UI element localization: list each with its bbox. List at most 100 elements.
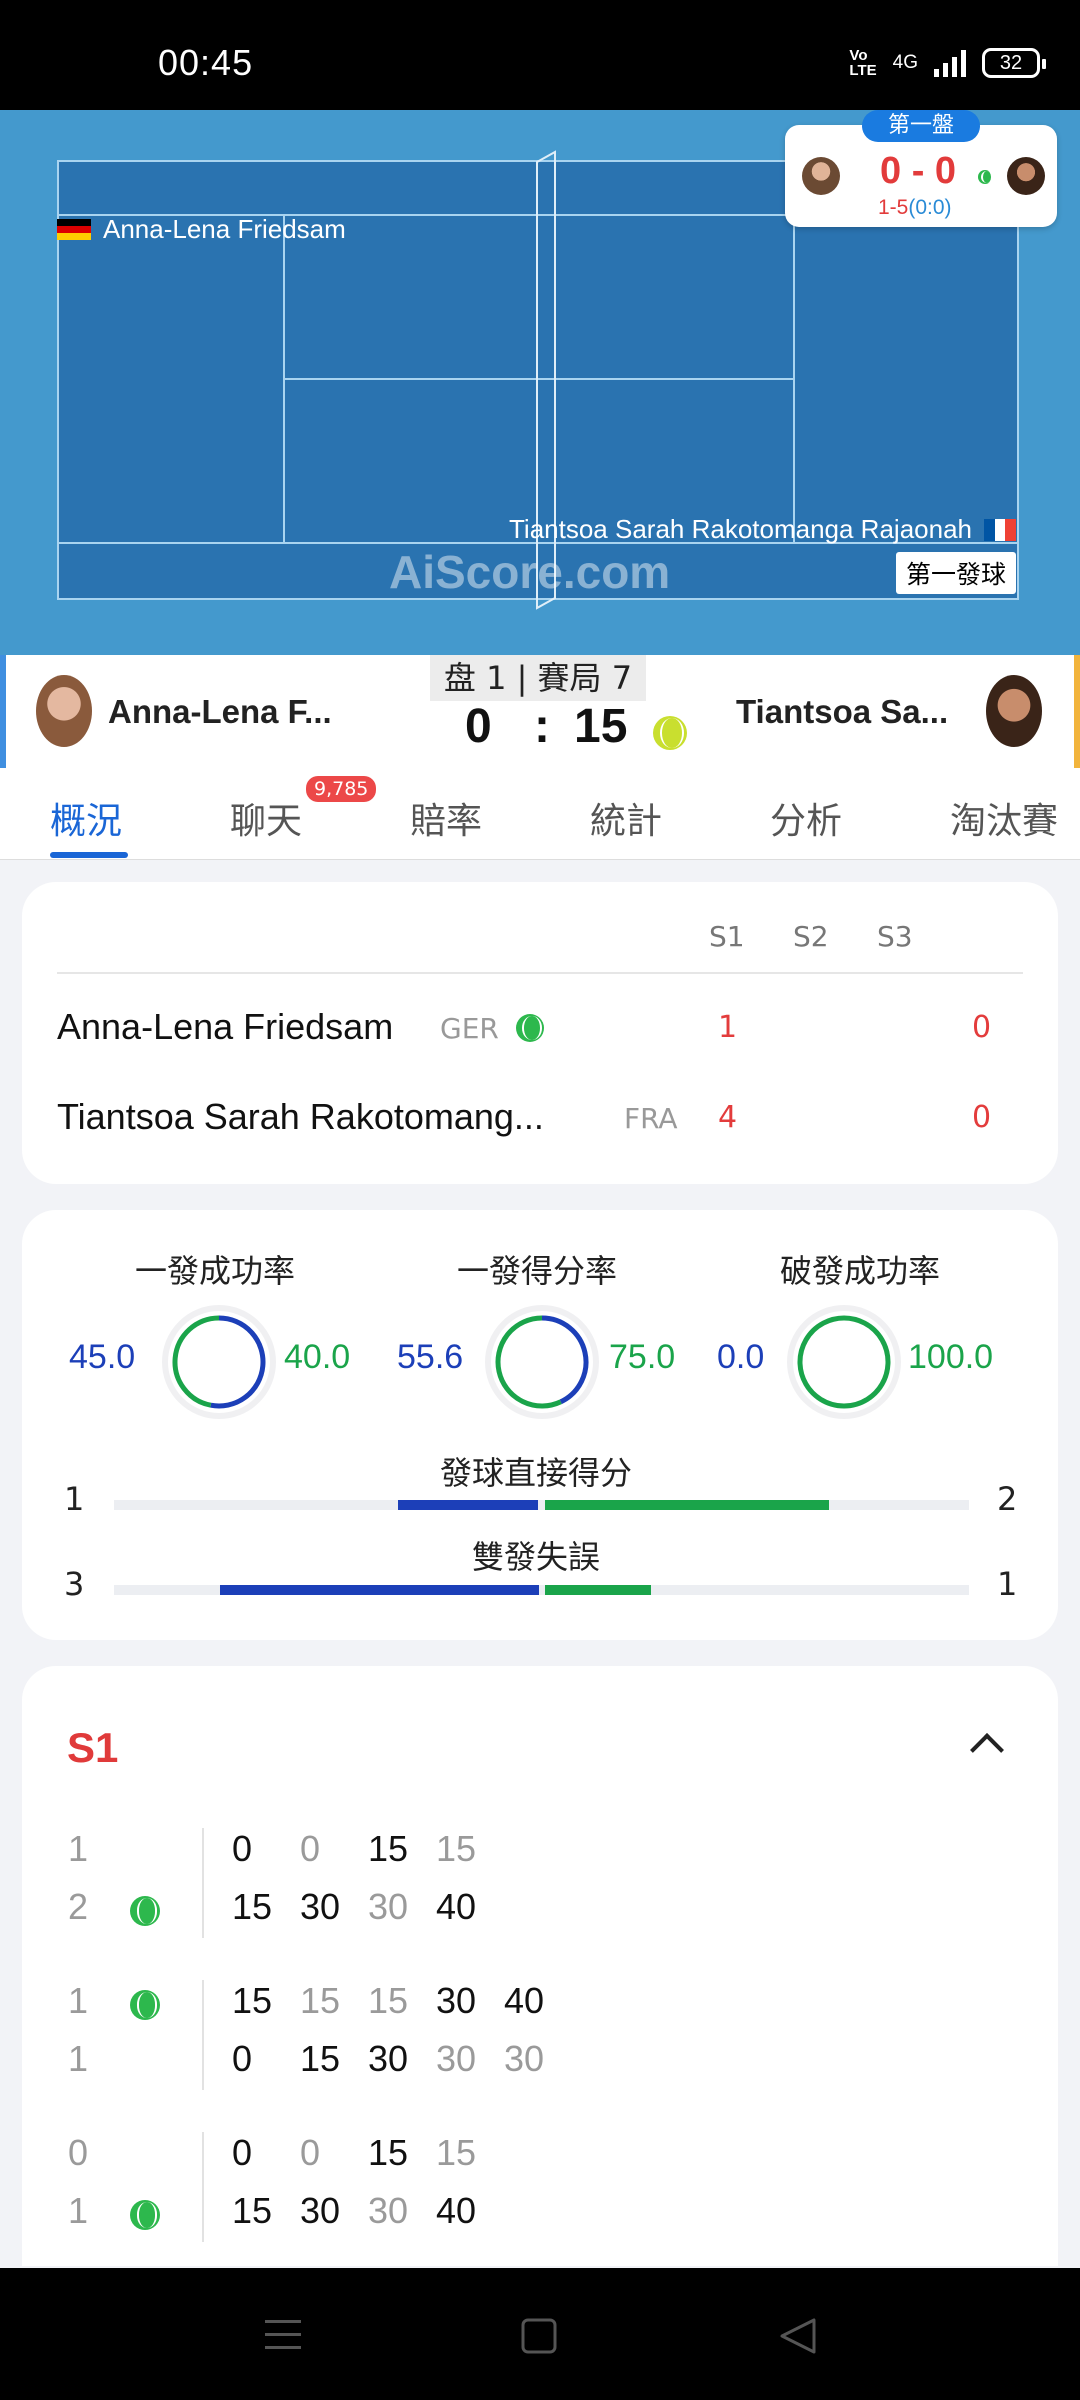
header-s1: S1 (709, 920, 745, 953)
stat2-title: 一發得分率 (457, 1252, 618, 1290)
row1-player-name: Anna-Lena Friedsam (57, 1006, 394, 1047)
germany-flag-icon (57, 218, 91, 241)
stat1-ring (162, 1305, 276, 1419)
ring-left-arc (541, 1315, 589, 1405)
point-score: 30 (436, 2038, 477, 2079)
row2-game: 0 (972, 1100, 992, 1135)
set1-points-card: S1 1 0 0 15 15 2 15 30 30 40 1 15 15 15 30 40 1 0 15 30 30 30… (22, 1666, 1058, 2266)
set-title: S1 (67, 1724, 119, 1771)
point-score: 30 (300, 1886, 341, 1927)
ring-left-arc (210, 1315, 266, 1409)
divider (57, 972, 1023, 974)
games-won: 1 (68, 2038, 89, 2079)
stat1-title: 一發成功率 (135, 1252, 296, 1290)
collapse-chevron-icon[interactable] (970, 1733, 1004, 1767)
score-right: 15 (574, 700, 628, 753)
player1-mini-avatar (802, 157, 840, 195)
ring-right-arc (172, 1315, 220, 1408)
games-won: 1 (68, 2190, 89, 2231)
point-score: 40 (504, 1980, 545, 2021)
set-score-card: S1 S2 S3 Anna-Lena Friedsam GER 1 0 Tian… (22, 882, 1058, 1184)
mini-set-label: 第一盤 (862, 110, 980, 142)
player1-name[interactable]: Anna-Lena F... (108, 693, 332, 731)
tab-analysis[interactable]: 分析 (770, 792, 842, 844)
mini-score-sub: 1-5(0:0) (878, 196, 952, 219)
game-divider (202, 1828, 204, 1938)
tab-stats[interactable]: 統計 (590, 792, 662, 844)
serve-ball-icon (516, 1014, 544, 1042)
serve-ball-icon (130, 1990, 160, 2020)
row2-player-name: Tiantsoa Sarah Rakotomang... (57, 1096, 544, 1137)
point-score: 15 (232, 1886, 273, 1927)
point-score: 30 (368, 2038, 409, 2079)
bar2-left-fill (220, 1585, 539, 1595)
match-stats-card: 一發成功率 45.0 40.0 一發得分率 55.6 75.0 破發成功率 0.… (22, 1210, 1058, 1640)
game-label: 盘 1 | 賽局 7 (430, 655, 646, 701)
row2-s1: 4 (718, 1100, 738, 1135)
bar1-title: 發球直接得分 (440, 1454, 633, 1492)
signal-icon (934, 49, 966, 77)
player2-avatar[interactable] (986, 675, 1042, 747)
france-flag-icon (984, 518, 1017, 541)
stat3-left: 0.0 (717, 1338, 765, 1376)
point-score: 15 (436, 1828, 477, 1869)
tab-overview[interactable]: 概況 (50, 792, 122, 844)
stat3-right: 100.0 (908, 1338, 994, 1376)
bar1-track (114, 1500, 969, 1510)
chat-count-badge: 9,785 (306, 776, 377, 802)
bar2-right-fill (544, 1585, 651, 1595)
player1-avatar[interactable] (36, 675, 92, 747)
back-icon[interactable] (778, 2316, 818, 2356)
point-score: 15 (232, 2190, 273, 2231)
games-won: 0 (68, 2132, 89, 2173)
row2-country: FRA (624, 1102, 678, 1135)
point-score: 0 (232, 1828, 253, 1869)
ring-right-arc (495, 1315, 562, 1409)
point-score: 15 (436, 2132, 477, 2173)
serve-badge: 第一發球 (895, 552, 1016, 594)
point-score: 15 (300, 2038, 341, 2079)
network-label: 4G (892, 52, 918, 73)
point-score: 0 (232, 2132, 253, 2173)
games-won: 1 (68, 1828, 89, 1869)
point-score: 0 (300, 2132, 321, 2173)
battery-icon: 32 (982, 48, 1046, 78)
stat3-title: 破發成功率 (780, 1252, 941, 1290)
tab-chat[interactable]: 聊天 (230, 792, 302, 844)
point-score: 40 (436, 2190, 477, 2231)
point-score: 40 (436, 1886, 477, 1927)
row1-game: 0 (972, 1010, 992, 1045)
tab-underline (50, 852, 128, 858)
bar2-right: 1 (997, 1565, 1018, 1603)
point-score: 15 (368, 1828, 409, 1869)
header-s3: S3 (877, 920, 913, 953)
player2-court-label: Tiantsoa Sarah Rakotomanga Rajaonah (509, 514, 1017, 545)
point-score: 0 (232, 2038, 253, 2079)
games-won: 1 (68, 1980, 89, 2021)
row1-country: GER (440, 1012, 499, 1045)
point-score: 30 (504, 2038, 545, 2079)
mini-score: 0 - 0 (880, 150, 957, 192)
tab-knockout[interactable]: 淘汰賽 (950, 792, 1058, 844)
game-divider (202, 2132, 204, 2242)
ring-right-arc (797, 1315, 891, 1409)
menu-icon[interactable] (263, 2318, 303, 2352)
point-score: 30 (368, 2190, 409, 2231)
serving-ball-icon (653, 716, 687, 750)
player2-name[interactable]: Tiantsoa Sa... (736, 693, 948, 731)
tab-odds[interactable]: 賠率 (410, 792, 482, 844)
volte-icon: Vo LTE (849, 47, 877, 79)
ring-outline (787, 1305, 901, 1419)
serve-ball-icon (130, 1896, 160, 1926)
score-separator: : (534, 700, 550, 753)
stat2-ring (485, 1305, 599, 1419)
point-score: 15 (368, 2132, 409, 2173)
row1-s1: 1 (718, 1010, 738, 1045)
bar1-right-fill (544, 1500, 829, 1510)
stat2-left: 55.6 (397, 1338, 464, 1376)
player2-court-name: Tiantsoa Sarah Rakotomanga Rajaonah (509, 514, 972, 544)
point-score: 0 (300, 1828, 321, 1869)
games-won: 2 (68, 1886, 89, 1927)
home-icon[interactable] (521, 2318, 557, 2354)
stat2-right: 75.0 (609, 1338, 676, 1376)
